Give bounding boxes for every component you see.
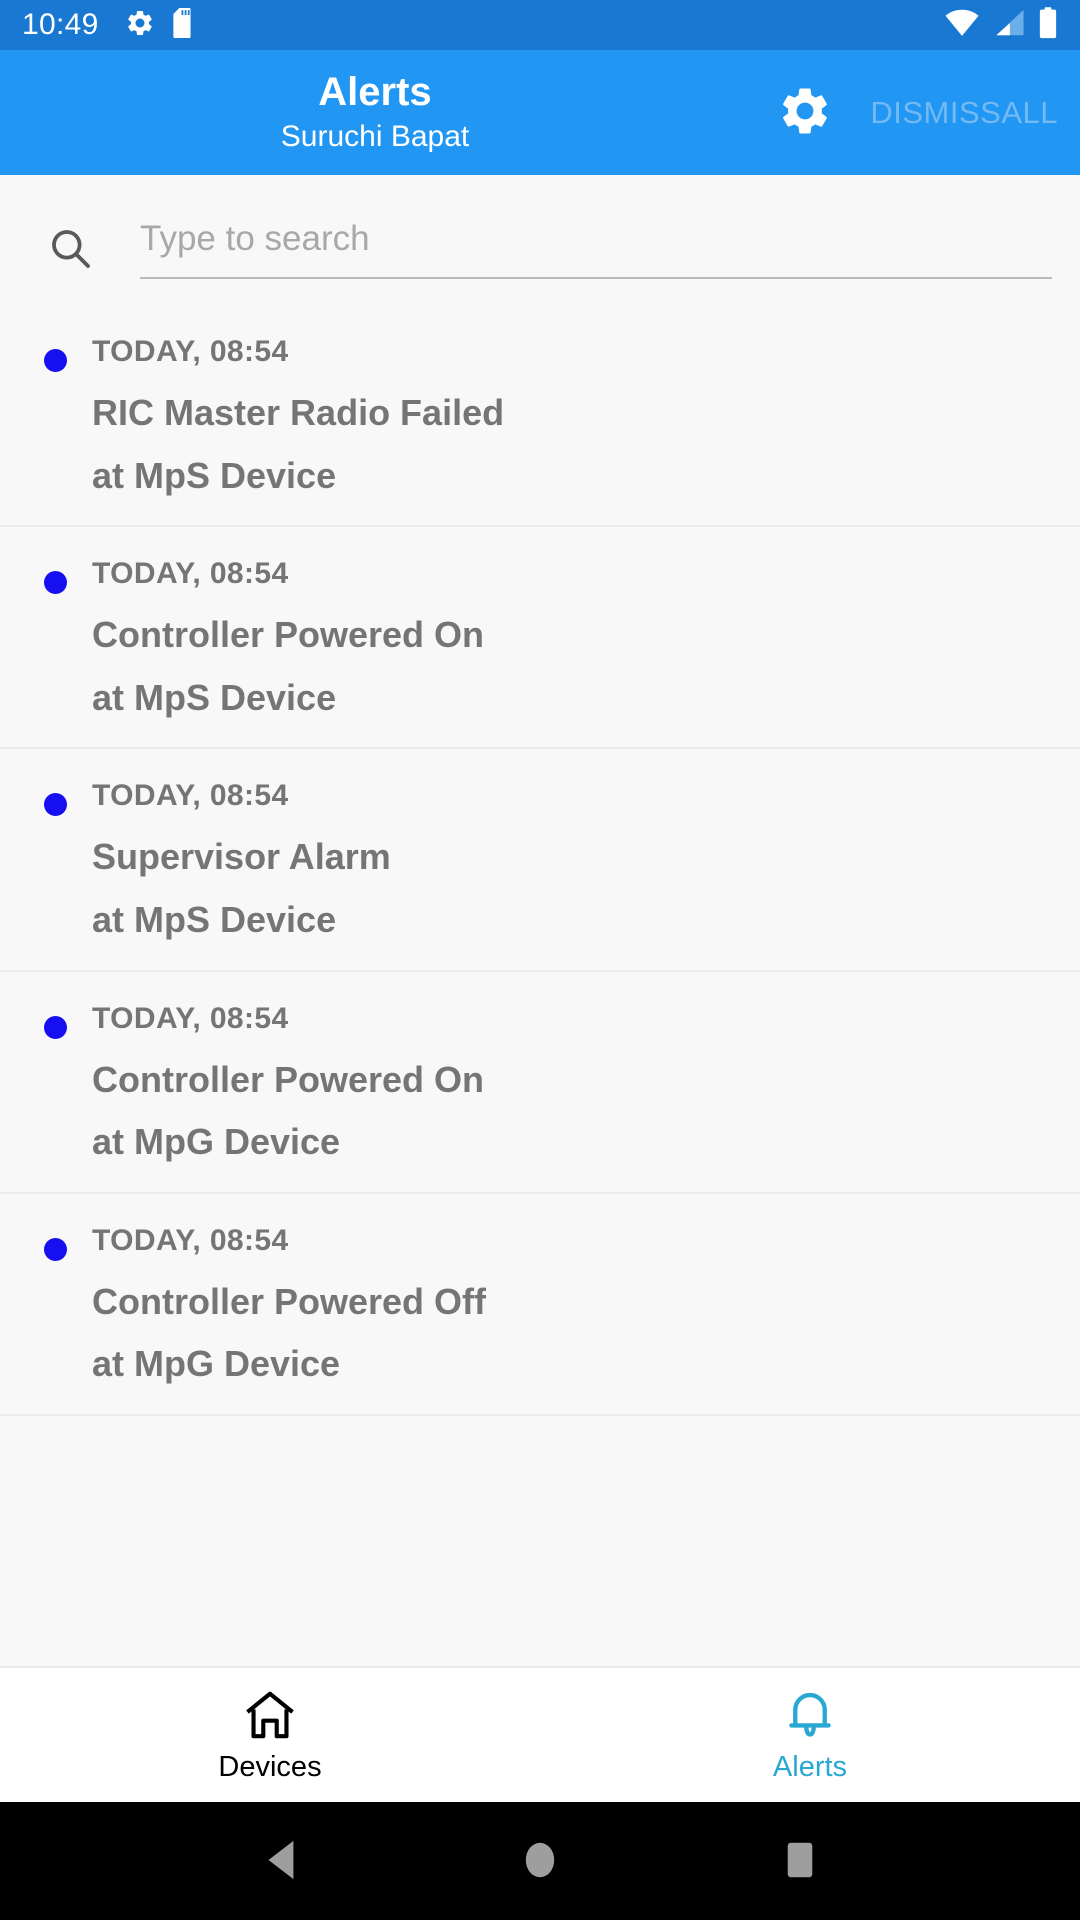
alert-list-item[interactable]: TODAY, 08:54 Controller Powered On at Mp… [0,971,1080,1194]
alert-list-item[interactable]: TODAY, 08:54 Controller Powered Off at M… [0,1193,1080,1416]
app-bar-actions: DISMISSALL [750,50,1080,175]
alerts-list: TODAY, 08:54 RIC Master Radio Failed at … [0,305,1080,1666]
status-bar: 10:49 [0,0,1080,50]
alert-timestamp: TODAY, 08:54 [92,557,289,591]
bottom-nav-tab-alerts[interactable]: Alerts [540,1668,1080,1802]
unread-dot-icon [44,349,67,372]
alert-text-column: TODAY, 08:54 Controller Powered Off at M… [0,1224,1052,1384]
app-bar: Alerts Suruchi Bapat DISMISSALL [0,50,1080,175]
search-underline [140,276,1052,279]
bottom-nav-label-alerts: Alerts [772,1750,848,1783]
main-content: TODAY, 08:54 RIC Master Radio Failed at … [0,175,1080,1666]
alert-device: at MpS Device [92,454,337,496]
page-subtitle: Suruchi Bapat [280,119,470,153]
dismiss-all-button[interactable]: DISMISSALL [860,50,1080,175]
alert-device: at MpS Device [92,676,337,718]
bottom-nav-tab-devices[interactable]: Devices [0,1668,540,1802]
bottom-nav-label-devices: Devices [218,1750,322,1783]
gear-icon [777,83,833,142]
cellular-signal-icon [993,8,1025,43]
unread-dot-icon [44,1015,67,1039]
alert-device: at MpG Device [92,1343,341,1385]
status-bar-notification-icons [125,7,195,43]
alert-list-item[interactable]: TODAY, 08:54 Controller Powered On at Mp… [0,527,1080,750]
unread-dot-icon [44,1237,67,1261]
battery-icon [1038,6,1058,44]
alert-text-column: TODAY, 08:54 Controller Powered On at Mp… [0,557,1052,717]
alert-title: Controller Powered On [92,1058,485,1100]
gear-icon [125,8,155,43]
phone-screen: 10:49 Alerts Suruchi Bapat DISMISSALL Ty… [0,0,1080,1920]
alert-title: RIC Master Radio Failed [92,392,505,433]
search-input[interactable] [140,220,1052,277]
search-bar [0,175,1080,305]
alert-text-column: TODAY, 08:54 Controller Powered On at Mp… [0,1002,1052,1162]
wifi-icon [944,8,980,43]
alert-timestamp: TODAY, 08:54 [92,335,289,368]
page-title: Alerts [318,69,432,114]
status-bar-system-icons [944,6,1058,44]
alert-timestamp: TODAY, 08:54 [92,1001,289,1035]
recents-icon [782,1837,818,1886]
back-icon [259,1837,301,1886]
alert-text-column: TODAY, 08:54 RIC Master Radio Failed at … [0,335,1052,495]
android-back-button[interactable] [235,1816,325,1906]
android-recents-button[interactable] [755,1816,845,1906]
alert-list-item[interactable]: TODAY, 08:54 Supervisor Alarm at MpS Dev… [0,749,1080,972]
settings-button[interactable] [750,50,860,175]
search-field [140,220,1052,279]
android-home-button[interactable] [495,1816,585,1906]
sd-card-icon [172,7,195,43]
alert-timestamp: TODAY, 08:54 [92,779,289,813]
alert-title: Controller Powered Off [92,1280,487,1322]
alert-timestamp: TODAY, 08:54 [92,1223,289,1257]
alert-device: at MpS Device [92,898,337,940]
alert-title: Controller Powered On [92,614,485,656]
search-icon [0,220,140,272]
android-navigation-bar [0,1802,1080,1920]
home-icon [520,1837,560,1886]
alert-list-item[interactable]: TODAY, 08:54 RIC Master Radio Failed at … [0,305,1080,528]
home-icon [241,1689,299,1744]
alert-text-column: TODAY, 08:54 Supervisor Alarm at MpS Dev… [0,779,1052,939]
bottom-navigation: Devices Alerts [0,1666,1080,1802]
alert-title: Supervisor Alarm [92,836,391,878]
bell-icon [785,1689,835,1744]
alert-device: at MpG Device [92,1121,341,1163]
status-bar-clock: 10:49 [22,8,99,41]
